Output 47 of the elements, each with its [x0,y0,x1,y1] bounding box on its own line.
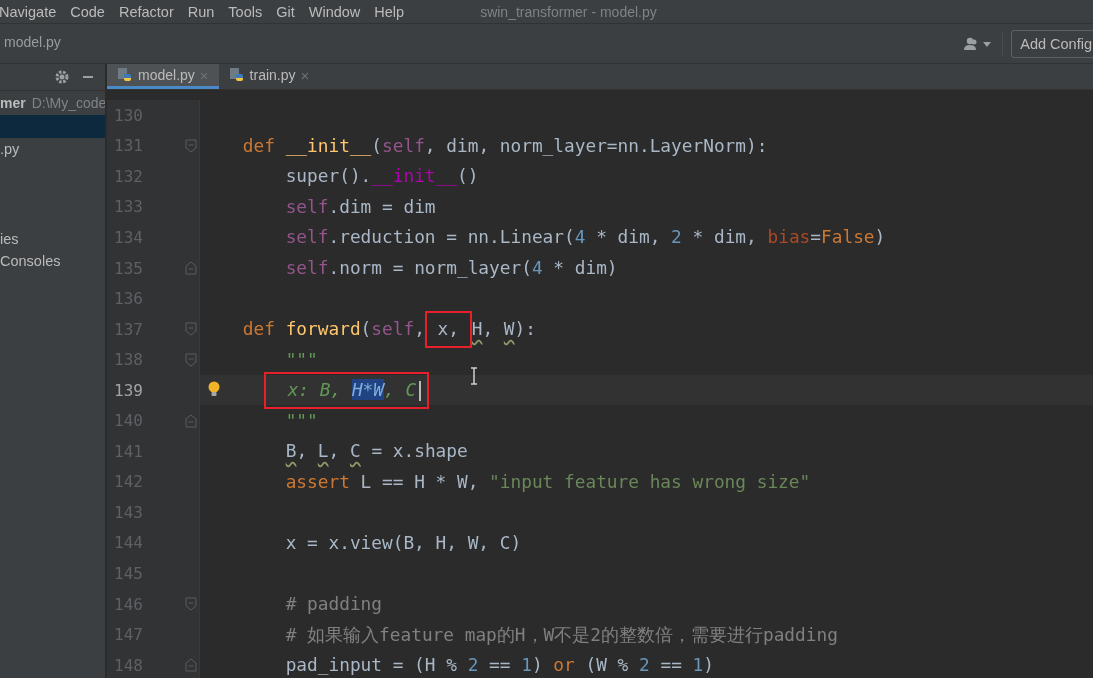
menu-item[interactable]: Window [308,3,361,20]
tab-label: train.py [249,67,296,83]
code-line: """ [284,347,318,372]
code-line: self.dim = dim [284,194,436,219]
python-file-icon [228,67,245,83]
project-name: mer [0,95,26,111]
menu-item[interactable]: Code [70,3,105,20]
tree-item[interactable]: .py [0,137,105,160]
python-file-icon [117,67,133,83]
code-line: def forward(self, x, H, W): [200,314,536,345]
fold-marker-icon[interactable] [185,352,197,367]
file-tab[interactable]: model.py × [107,64,219,89]
code-line: B, L, C = x.shape [284,439,468,464]
code-line: self.norm = norm_layer(4 * dim) [284,256,618,280]
code-line: x = x.view(B, H, W, C) [284,530,522,555]
project-path: D:\My_code [31,95,105,111]
fold-marker-icon[interactable] [185,658,197,673]
tree-item[interactable]: Consoles [0,250,105,273]
menu-item[interactable]: Git [276,3,295,20]
fold-marker-icon[interactable] [185,261,197,275]
line-number: 139 [113,380,143,400]
fold-marker-icon[interactable] [185,138,197,153]
code-line: assert L == H * W, "input feature has wrong size" [284,469,811,494]
gear-icon[interactable] [54,69,70,85]
window-title: swin_transformer - model.py [480,3,657,20]
menu-item[interactable]: Run [187,3,215,20]
code-line: super().__init__() [284,164,479,189]
menu-item[interactable]: Refactor [118,3,174,20]
code-line: # padding [284,592,382,616]
code-line: self.reduction = nn.Linear(4 * dim, 2 * dim, bias=False) [284,225,886,250]
code-line: """ [284,408,318,433]
code-line: # 如果输入feature map的H，W不是2的整数倍，需要进行padding [284,622,838,647]
tab-label: model.py [138,67,195,83]
tree-item[interactable]: ies [0,227,105,250]
lightbulb-icon[interactable] [208,380,220,397]
tree-item[interactable] [0,115,105,138]
text-cursor-icon [470,367,478,385]
code-line: def __init__(self, dim, norm_layer=nn.LayerNorm): [241,133,768,158]
fold-marker-icon[interactable] [185,322,197,337]
fold-marker-icon[interactable] [185,413,197,428]
breadcrumb[interactable]: model.py [4,34,61,50]
menu-item[interactable]: Navigate [0,3,57,20]
add-configuration-button[interactable]: Add Config [1011,29,1093,58]
menu-item[interactable]: Tools [228,3,263,20]
fold-marker-icon[interactable] [185,597,197,611]
code-line: pad_input = (H % 2 == 1) or (W % 2 == 1) [284,653,715,678]
menu-item[interactable]: Help [374,3,405,20]
